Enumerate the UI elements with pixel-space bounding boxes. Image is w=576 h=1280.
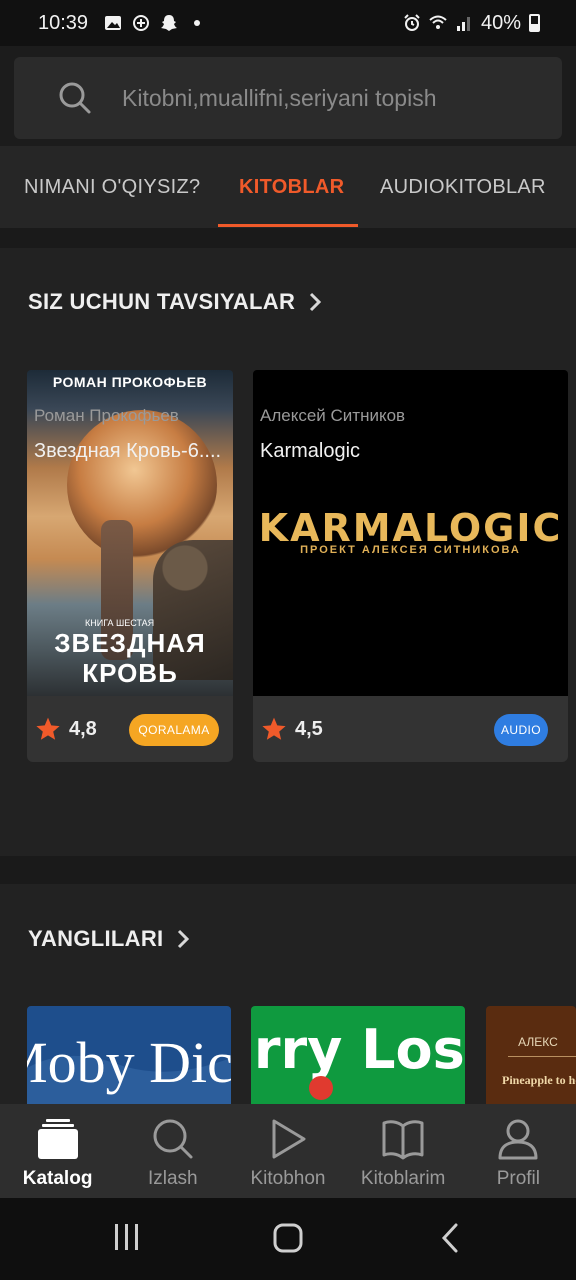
recommendations-header[interactable]: SIZ UCHUN TAVSIYALAR [28,289,322,315]
status-bar: 10:39 40% [0,0,576,46]
battery-percent: 40% [480,11,521,34]
search-box[interactable] [14,57,562,139]
nav-label: Profil [496,1168,540,1189]
cover-title-line2: КРОВЬ [82,658,178,688]
rating-value: 4,8 [69,717,97,740]
cover-text: Barry Losen [251,1018,465,1081]
book-title[interactable]: Karmalogic [260,440,360,463]
search-icon [59,82,91,114]
star-icon [36,717,60,740]
catalog-icon [37,1119,78,1159]
signal-icon [456,17,470,31]
book-title[interactable]: Звездная Кровь-6.... [34,440,221,463]
cover-art-tree [67,410,217,560]
nav-item-izlash[interactable]: Izlash [115,1104,230,1198]
status-time: 10:39 [38,11,89,34]
nav-item-kitobhon[interactable]: Kitobhon [230,1104,345,1198]
status-badge: QORALAMA [129,714,219,746]
cover-top-text: АЛЕКС [518,1035,558,1049]
cover-subtitle: ПРОЕКТ АЛЕКСЕЯ СИТНИКОВА [300,544,521,556]
nav-label: Katalog [22,1168,93,1189]
rating: 4,8 [35,716,97,742]
cover-art: Moby Dick [27,1030,231,1104]
cover-author: РОМАН ПРОКОФЬЕВ [52,374,208,390]
book-card-footer: 4,8 QORALAMA [27,696,233,762]
new-books-title: YANGLILARI [28,926,164,951]
status-badge: AUDIO [494,714,548,746]
book-cover-barry[interactable]: Barry Losen [251,1006,465,1104]
book-author[interactable]: Алексей Ситников [260,406,405,426]
nav-item-katalog[interactable]: Katalog [0,1104,115,1198]
bottom-navigation: Katalog Izlash Kitobhon Kitoblarim Profi… [0,1104,576,1198]
battery-icon [529,14,540,32]
wifi-icon [429,15,447,29]
nav-label: Izlash [147,1168,198,1189]
system-navigation [0,1198,576,1280]
cover-subtitle: КНИГА ШЕСТАЯ [85,618,155,628]
book-card-footer: 4,5 AUDIO [253,696,568,762]
book-card[interactable]: РОМАН ПРОКОФЬЕВ КНИГА ШЕСТАЯ ЗВЕЗДНАЯ КР… [27,370,233,762]
book-cover-pineapple[interactable]: АЛЕКС Pineapple to health [486,1006,576,1104]
dot-icon [194,20,201,26]
recent-apps-icon[interactable] [112,1222,142,1252]
chevron-right-icon [310,292,322,312]
user-icon [498,1119,538,1160]
nav-item-profil[interactable]: Profil [461,1104,576,1198]
gallery-icon [105,16,122,30]
cover-text: Moby Dick [27,1030,231,1095]
active-tab-indicator [218,224,358,227]
tab-nimani-oqiysiz[interactable]: NIMANI O'QIYSIZ? [24,146,200,228]
back-icon[interactable] [438,1222,462,1254]
open-book-icon [382,1120,424,1160]
recommendations-title: SIZ UCHUN TAVSIYALAR [28,289,296,314]
search-input[interactable] [122,79,542,117]
book-card[interactable]: KARMALOGIC ПРОЕКТ АЛЕКСЕЯ СИТНИКОВА 4,5 … [253,370,568,762]
play-icon [272,1119,306,1159]
cover-art: Barry Losen [251,1018,465,1100]
location-icon [133,15,150,31]
cover-title-line1: ЗВЕЗДНАЯ [54,628,206,658]
cover-art: АЛЕКС Pineapple to health [502,1035,576,1087]
rating-value: 4,5 [295,717,323,740]
tab-kitoblar[interactable]: KITOBLAR [239,146,344,228]
home-icon[interactable] [272,1222,304,1254]
search-bar-area [0,46,576,146]
book-author[interactable]: Роман Прокофьев [34,406,179,426]
category-tabs: NIMANI O'QIYSIZ? KITOBLAR AUDIOKITOBLAR [0,146,576,228]
tab-audiokitoblar[interactable]: AUDIOKITOBLAR [380,146,546,228]
star-icon [262,717,286,740]
chevron-right-icon [178,929,190,949]
snapchat-icon [161,15,178,31]
new-books-header[interactable]: YANGLILARI [28,926,190,952]
search-icon [153,1119,193,1159]
nav-label: Kitoblarim [360,1168,446,1189]
book-cover-moby-dick[interactable]: Moby Dick [27,1006,231,1104]
alarm-icon [404,14,420,31]
nav-item-kitoblarim[interactable]: Kitoblarim [346,1104,461,1198]
cover-text: Pineapple to health [502,1073,576,1087]
nav-label: Kitobhon [250,1168,326,1189]
rating: 4,5 [261,716,323,742]
